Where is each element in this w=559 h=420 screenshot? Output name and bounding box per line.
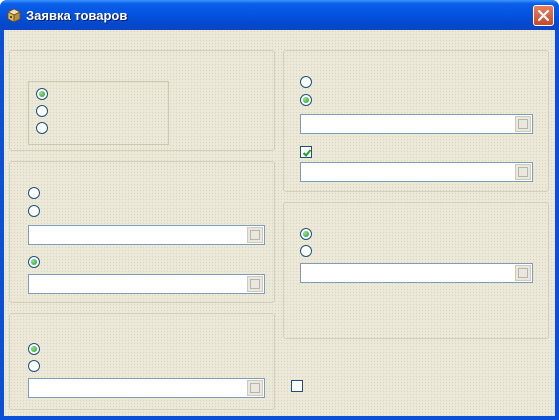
checkbox-option[interactable] [291,380,541,394]
checkbox-option[interactable] [300,146,500,160]
combo-button[interactable] [247,227,263,243]
radio-option[interactable] [300,94,500,108]
radio-option[interactable] [36,122,166,136]
title-bar[interactable]: Заявка товаров [0,0,559,30]
close-icon [537,9,550,22]
radio-indicator [28,256,40,268]
radio-option[interactable] [28,256,258,270]
combo-button[interactable] [515,265,531,281]
radio-indicator [28,343,40,355]
ellipsis-button-icon [518,268,528,278]
radio-option[interactable] [28,343,248,357]
radio-indicator [36,105,48,117]
checkbox-indicator [300,146,312,158]
radio-option[interactable] [28,187,228,201]
window-title: Заявка товаров [26,8,128,23]
radio-indicator [36,88,48,100]
radio-option[interactable] [300,76,500,90]
radio-option[interactable] [28,205,228,219]
radio-indicator [300,76,312,88]
radio-option[interactable] [300,228,500,242]
combo-button[interactable] [247,380,263,396]
radio-indicator [300,245,312,257]
checkmark-icon [302,149,312,157]
ellipsis-button-icon [518,167,528,177]
radio-indicator [300,94,312,106]
group-box-1 [9,50,275,151]
radio-indicator [28,187,40,199]
radio-option[interactable] [36,88,166,102]
combo-button[interactable] [247,276,263,292]
close-button[interactable] [533,5,554,26]
combo-field[interactable] [300,162,533,182]
combo-field[interactable] [300,263,533,283]
radio-indicator [28,205,40,217]
ellipsis-button-icon [250,383,260,393]
combo-field[interactable] [28,378,265,398]
group-box-2 [9,161,275,303]
radio-option[interactable] [28,360,248,374]
ellipsis-button-icon [250,279,260,289]
box-icon [7,8,21,23]
group-box-5 [283,202,549,339]
radio-indicator [36,122,48,134]
radio-option[interactable] [300,245,500,259]
ellipsis-button-icon [518,119,528,129]
checkbox-indicator [291,380,303,392]
combo-field[interactable] [300,114,533,134]
combo-field[interactable] [28,274,265,294]
client-area [4,30,555,416]
group-box-4 [283,50,549,192]
radio-indicator [28,360,40,372]
combo-button[interactable] [515,164,531,180]
combo-field[interactable] [28,225,265,245]
combo-button[interactable] [515,116,531,132]
app-window: Заявка товаров [0,0,559,420]
radio-option[interactable] [36,105,166,119]
radio-indicator [300,228,312,240]
ellipsis-button-icon [250,230,260,240]
group-box-3 [9,313,275,410]
